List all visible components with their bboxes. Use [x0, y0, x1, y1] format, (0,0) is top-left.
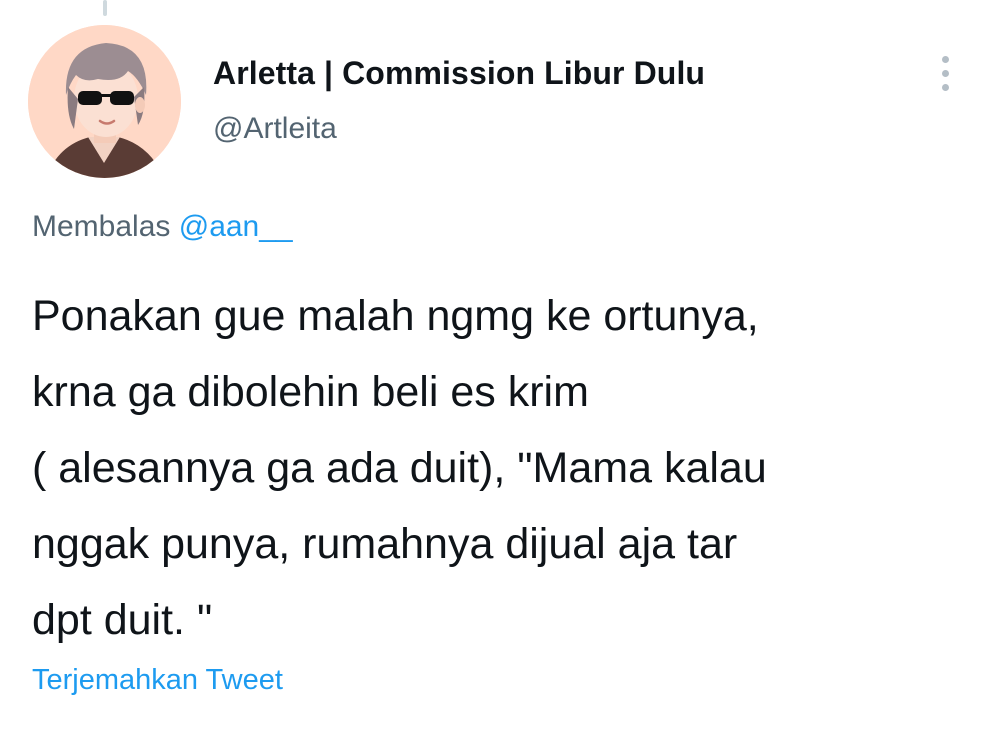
reply-mention-link[interactable]: @aan__ [179, 210, 293, 243]
author-avatar[interactable] [28, 25, 181, 178]
vertical-ellipsis-icon [942, 56, 949, 63]
translate-tweet-link[interactable]: Terjemahkan Tweet [32, 664, 283, 697]
ellipsis-dot [942, 70, 949, 77]
author-display-name[interactable]: Arletta | Commission Libur Dulu [213, 55, 705, 92]
ellipsis-dot [942, 84, 949, 91]
thread-connector-line [103, 0, 107, 16]
more-options-button[interactable] [930, 54, 960, 94]
tweet-card: Arletta | Commission Libur Dulu @Artleit… [0, 0, 1000, 748]
anime-character-sunglasses-avatar-icon [28, 25, 181, 178]
tweet-text: Ponakan gue malah ngmg ke ortunya, krna … [32, 292, 767, 644]
reply-context: Membalas @aan__ [32, 210, 293, 244]
author-handle[interactable]: @Artleita [213, 112, 337, 146]
reply-prefix: Membalas [32, 210, 171, 243]
